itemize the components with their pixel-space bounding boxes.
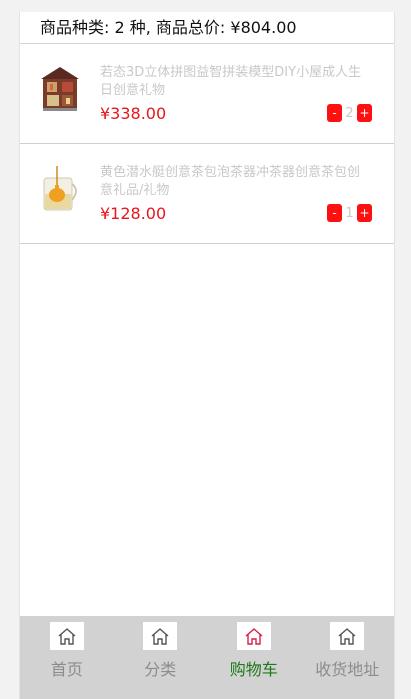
- tab-cart[interactable]: 购物车: [207, 616, 301, 699]
- cart-summary: 商品种类: 2 种, 商品总价: ¥804.00: [20, 12, 394, 44]
- home-icon: [330, 622, 365, 650]
- product-thumbnail-tea-infuser: [43, 166, 77, 211]
- home-icon: [143, 622, 178, 650]
- tab-address[interactable]: 收货地址: [301, 616, 395, 699]
- home-icon: [49, 622, 84, 650]
- product-thumbnail-dollhouse: [41, 67, 79, 111]
- increase-quantity-button[interactable]: +: [357, 104, 372, 122]
- product-title[interactable]: 若态3D立体拼图益智拼装模型DIY小屋成人生日创意礼物: [100, 64, 372, 100]
- cart-page: 商品种类: 2 种, 商品总价: ¥804.00 若态3D立体拼图益智拼装模型D…: [19, 12, 395, 699]
- bottom-tab-bar: 首页 分类 购物车 收货地址: [20, 616, 394, 699]
- product-price: ¥128.00: [100, 204, 167, 223]
- tab-label: 首页: [50, 660, 83, 679]
- tab-label: 购物车: [229, 660, 278, 679]
- quantity-stepper: - 2 +: [327, 104, 372, 122]
- decrease-quantity-button[interactable]: -: [327, 104, 342, 122]
- home-icon: [236, 622, 271, 650]
- tab-home[interactable]: 首页: [20, 616, 114, 699]
- quantity-value: 2: [345, 105, 354, 121]
- cart-item: 黄色潜水艇创意茶包泡茶器冲茶器创意茶包创意礼品/礼物 ¥128.00 - 1 +: [20, 144, 394, 244]
- decrease-quantity-button[interactable]: -: [327, 204, 342, 222]
- product-price: ¥338.00: [100, 104, 167, 123]
- increase-quantity-button[interactable]: +: [357, 204, 372, 222]
- tab-category[interactable]: 分类: [114, 616, 208, 699]
- tab-label: 收货地址: [315, 660, 380, 679]
- quantity-value: 1: [345, 205, 354, 221]
- quantity-stepper: - 1 +: [327, 204, 372, 222]
- cart-item: 若态3D立体拼图益智拼装模型DIY小屋成人生日创意礼物 ¥338.00 - 2 …: [20, 44, 394, 144]
- product-title[interactable]: 黄色潜水艇创意茶包泡茶器冲茶器创意茶包创意礼品/礼物: [100, 164, 372, 200]
- tab-label: 分类: [144, 660, 177, 679]
